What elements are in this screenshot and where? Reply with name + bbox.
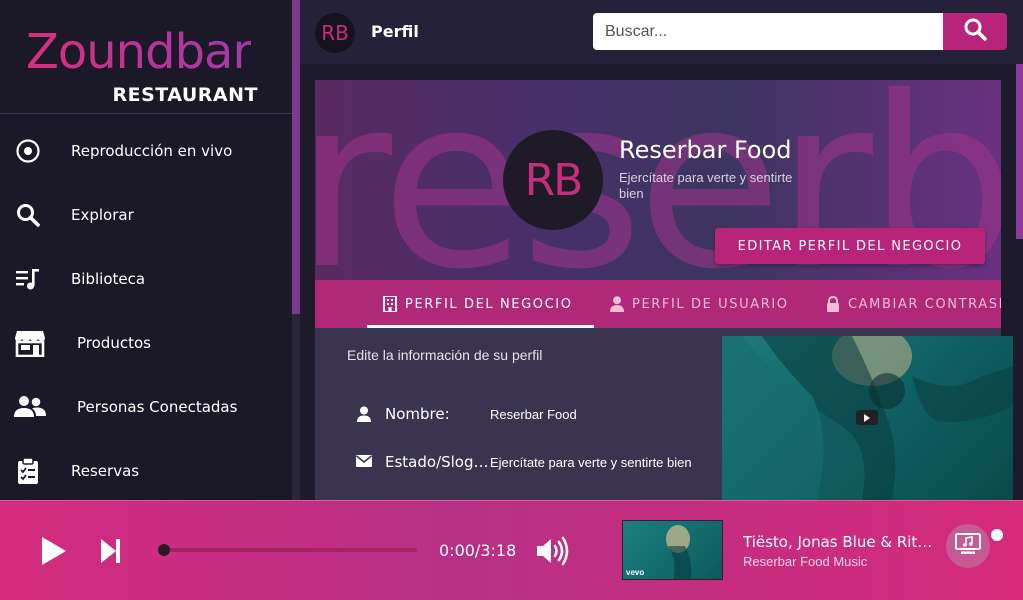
tab-change-password[interactable]: CAMBIAR CONTRASEÑA <box>826 280 1001 328</box>
sidebar-item-connected[interactable]: Personas Conectadas <box>0 375 292 439</box>
search-icon <box>14 201 42 229</box>
business-slogan: Ejercítate para verte y sentirte bien <box>619 170 793 201</box>
track-artist: Reserbar Food Music <box>743 554 868 569</box>
next-track-button[interactable] <box>100 538 122 569</box>
people-icon <box>14 393 46 421</box>
play-button[interactable] <box>40 536 68 571</box>
page-title: Perfil <box>371 22 419 41</box>
brand-sub: RESTAURANT <box>112 84 258 106</box>
search-icon <box>963 17 987 46</box>
sidebar-item-label: Explorar <box>71 206 134 224</box>
live-radio-icon <box>14 137 42 165</box>
tab-business-profile[interactable]: PERFIL DEL NEGOCIO <box>383 280 573 328</box>
notification-dot <box>991 529 1003 541</box>
edit-business-profile-button[interactable]: EDITAR PERFIL DEL NEGOCIO <box>715 228 985 264</box>
profile-avatar: RB <box>503 130 603 230</box>
tab-label: PERFIL DEL NEGOCIO <box>405 296 573 312</box>
field-value-name[interactable]: Reserbar Food <box>490 407 577 422</box>
music-library-icon <box>14 265 42 293</box>
sidebar-scrollbar-thumb[interactable] <box>292 0 300 314</box>
business-name: Reserbar Food <box>619 136 792 164</box>
page-scrollbar-thumb[interactable] <box>1016 64 1023 239</box>
user-icon <box>610 296 624 312</box>
sidebar: Zoundbar RESTAURANT Reproducción en vivo… <box>0 0 292 500</box>
avatar[interactable]: RB <box>315 13 355 53</box>
thumbnail-logo: vevo <box>626 568 645 577</box>
progress-bar[interactable] <box>164 548 417 552</box>
sidebar-item-explore[interactable]: Explorar <box>0 183 292 247</box>
sidebar-item-label: Personas Conectadas <box>77 398 238 416</box>
track-title: Tiësto, Jonas Blue & Rita Ora <box>743 533 933 551</box>
sidebar-item-reservations[interactable]: Reservas <box>0 439 292 503</box>
tab-label: CAMBIAR CONTRASEÑA <box>848 296 1001 312</box>
track-thumbnail[interactable]: vevo <box>622 520 723 580</box>
envelope-icon <box>356 454 372 470</box>
music-video[interactable] <box>722 336 1013 500</box>
form-hint: Edite la información de su perfil <box>347 347 543 363</box>
field-label-slogan: Estado/Slogan: <box>385 453 489 471</box>
app-root: Zoundbar RESTAURANT Reproducción en vivo… <box>0 0 1023 600</box>
brand-name: Zoundbar <box>26 24 252 80</box>
profile-tabs: PERFIL DEL NEGOCIO PERFIL DE USUARIO CAM… <box>315 280 1001 328</box>
sidebar-item-products[interactable]: Productos <box>0 311 292 375</box>
sidebar-item-label: Reservas <box>71 462 140 480</box>
tab-label: PERFIL DE USUARIO <box>632 296 789 312</box>
tab-user-profile[interactable]: PERFIL DE USUARIO <box>610 280 789 328</box>
progress-handle[interactable] <box>158 544 170 556</box>
sidebar-item-live[interactable]: Reproducción en vivo <box>0 119 292 183</box>
volume-button[interactable] <box>536 536 570 571</box>
youtube-play-icon[interactable] <box>856 410 878 425</box>
search-input[interactable] <box>593 13 943 50</box>
lock-icon <box>826 296 840 312</box>
play-icon <box>40 537 68 570</box>
profile-banner: reserba RB Reserbar Food Ejercítate para… <box>315 80 1001 280</box>
clipboard-check-icon <box>14 457 42 485</box>
sidebar-item-label: Productos <box>77 334 151 352</box>
store-icon <box>14 329 46 357</box>
music-screen-icon <box>955 532 981 560</box>
volume-icon <box>536 536 570 570</box>
skip-next-icon <box>100 539 122 568</box>
field-label-name: Nombre: <box>385 405 450 423</box>
search-button[interactable] <box>943 13 1007 50</box>
sidebar-item-label: Reproducción en vivo <box>71 142 233 160</box>
user-icon <box>356 406 372 422</box>
track-time: 0:00/3:18 <box>439 541 517 560</box>
sidebar-item-library[interactable]: Biblioteca <box>0 247 292 311</box>
brand-logo[interactable]: Zoundbar RESTAURANT <box>0 0 292 114</box>
cast-to-screen-button[interactable] <box>946 524 990 568</box>
building-icon <box>383 296 397 312</box>
sidebar-item-label: Biblioteca <box>71 270 146 288</box>
field-value-slogan[interactable]: Ejercítate para verte y sentirte bien <box>490 455 692 470</box>
